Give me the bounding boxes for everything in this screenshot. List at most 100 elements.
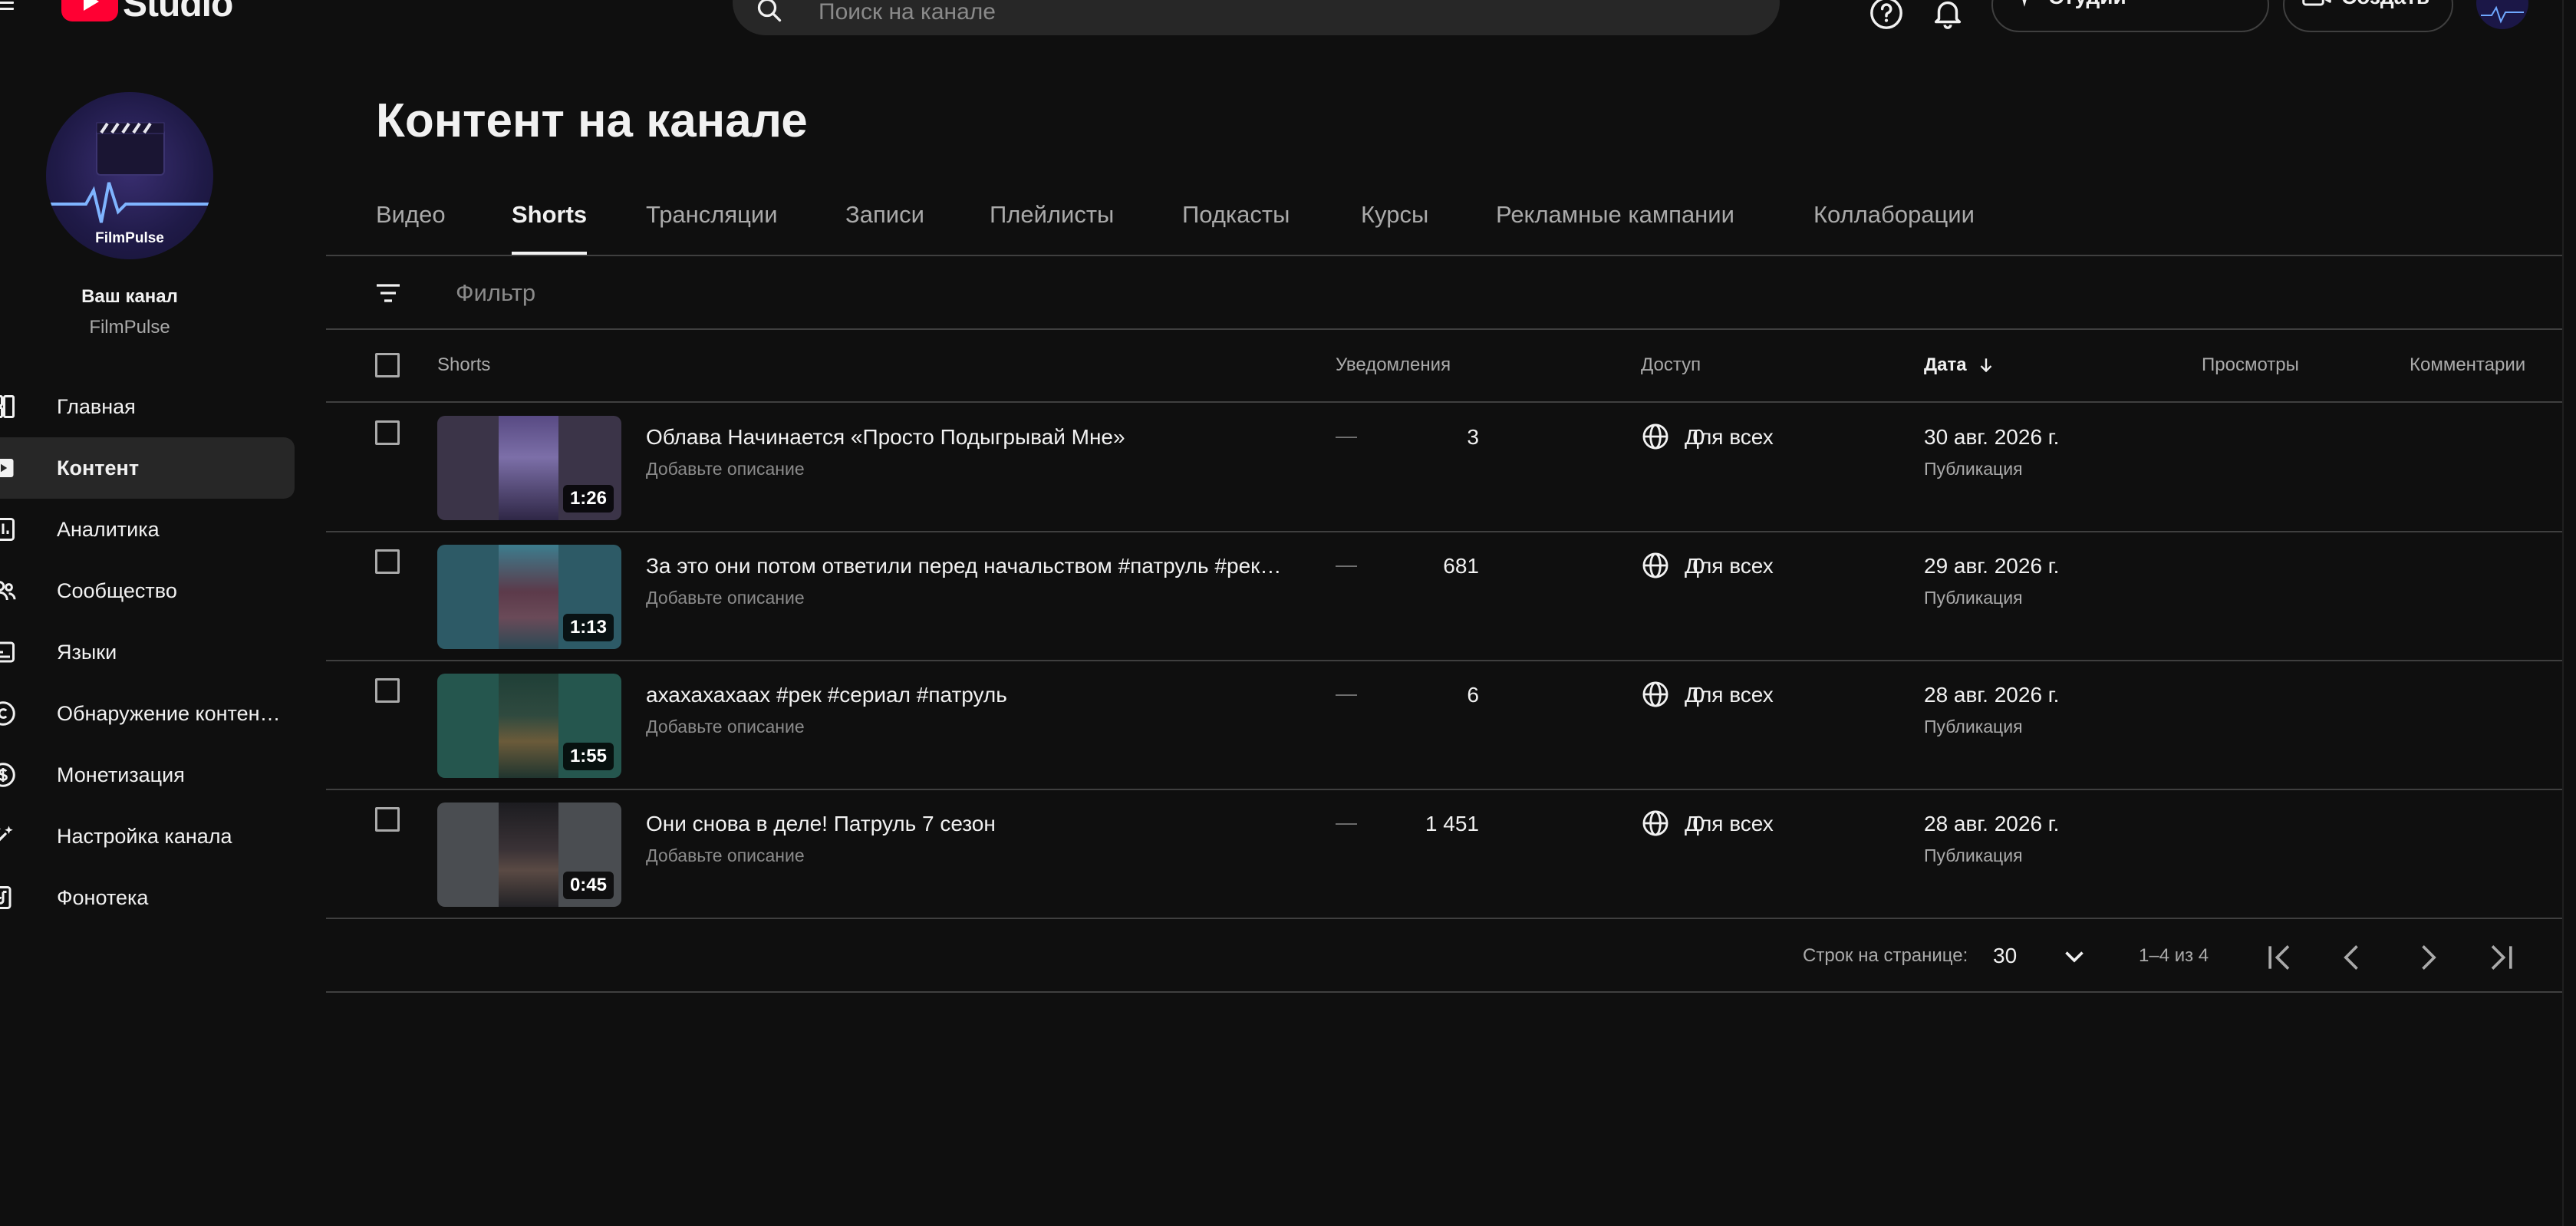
search-icon[interactable] — [756, 0, 783, 24]
sidebar-item-analytics[interactable]: Аналитика — [0, 499, 295, 560]
sidebar-item-community[interactable]: Сообщество — [0, 560, 295, 621]
tab-posts[interactable]: Записи — [845, 201, 924, 255]
subtitles-icon — [0, 641, 15, 663]
channel-name[interactable]: FilmPulse — [0, 317, 259, 338]
table-row[interactable]: 1:55 ахахахахаах #рек #сериал #патруль Д… — [326, 660, 2576, 789]
first-page-icon[interactable] — [2263, 941, 2297, 974]
sidebar-item-dashboard[interactable]: Главная — [0, 376, 295, 437]
video-title[interactable]: За это они потом ответили перед начальст… — [646, 554, 1290, 578]
tab-videos[interactable]: Видео — [376, 201, 446, 255]
tabs-divider — [326, 255, 2576, 256]
rows-per-page-value[interactable]: 30 — [1993, 944, 2017, 968]
studio-wordmark[interactable]: Studio — [123, 0, 233, 25]
comments-value: 0 — [1692, 554, 1705, 578]
tab-playlists[interactable]: Плейлисты — [990, 201, 1114, 255]
table-row[interactable]: 1:13 За это они потом ответили перед нач… — [326, 531, 2576, 660]
sidebar-item-label: Аналитика — [57, 517, 160, 541]
tab-collaborations[interactable]: Коллаборации — [1813, 201, 1975, 255]
column-header-shorts: Shorts — [437, 354, 491, 375]
tab-promotions[interactable]: Рекламные кампании — [1496, 201, 1734, 255]
video-title[interactable]: Облава Начинается «Просто Подыгрывай Мне… — [646, 425, 1290, 450]
create-button[interactable]: Создать — [2283, 0, 2453, 32]
page-title: Контент на канале — [376, 94, 808, 147]
notifications-value: — — [1336, 552, 1357, 576]
sidebar-item-languages[interactable]: Языки — [0, 621, 295, 683]
video-title[interactable]: ахахахахаах #рек #сериал #патруль — [646, 683, 1290, 707]
comments-value: 0 — [1692, 812, 1705, 835]
views-value: 1 451 — [1425, 812, 1479, 835]
ask-studio-button[interactable]: Спросить у Студии — [1991, 0, 2269, 32]
tab-podcasts[interactable]: Подкасты — [1182, 201, 1290, 255]
notifications-value: — — [1336, 423, 1357, 447]
video-description[interactable]: Добавьте описание — [646, 717, 805, 737]
video-description[interactable]: Добавьте описание — [646, 845, 805, 866]
sidebar-item-label: Фонотека — [57, 885, 149, 909]
notifications-bell-icon[interactable] — [1930, 0, 1965, 31]
thumbnail-poster — [499, 803, 558, 907]
filter-icon[interactable] — [373, 278, 404, 308]
comments-value: 0 — [1692, 683, 1705, 707]
video-thumbnail[interactable]: 0:45 — [437, 803, 621, 907]
sidebar-item-monetization[interactable]: Монетизация — [0, 744, 295, 806]
search-input[interactable] — [819, 0, 1739, 28]
video-title[interactable]: Они снова в деле! Патруль 7 сезон — [646, 812, 1290, 836]
row-checkbox[interactable] — [375, 807, 400, 832]
row-checkbox[interactable] — [375, 678, 400, 703]
globe-icon — [1642, 681, 1668, 707]
menu-icon[interactable] — [0, 0, 20, 23]
chevron-down-icon[interactable] — [2060, 942, 2088, 970]
table-row[interactable]: 0:45 Они снова в деле! Патруль 7 сезон Д… — [326, 789, 2576, 918]
globe-icon — [1642, 552, 1668, 578]
tab-shorts[interactable]: Shorts — [512, 201, 588, 255]
video-description[interactable]: Добавьте описание — [646, 459, 805, 480]
account-avatar[interactable] — [2476, 0, 2528, 29]
video-description[interactable]: Добавьте описание — [646, 588, 805, 608]
channel-avatar[interactable]: FilmPulse — [46, 92, 213, 259]
views-value: 3 — [1467, 425, 1479, 449]
table-row[interactable]: 1:26 Облава Начинается «Просто Подыгрыва… — [326, 402, 2576, 531]
channel-search[interactable] — [733, 0, 1780, 35]
sidebar-item-label: Монетизация — [57, 763, 185, 786]
filter-input[interactable] — [456, 276, 916, 310]
tab-live[interactable]: Трансляции — [646, 201, 778, 255]
views-value: 681 — [1443, 554, 1479, 578]
notifications-value: — — [1336, 810, 1357, 834]
duration-badge: 1:13 — [562, 614, 614, 641]
video-thumbnail[interactable]: 1:13 — [437, 545, 621, 649]
duration-badge: 0:45 — [562, 872, 614, 899]
dashboard-icon — [0, 395, 15, 418]
column-header-access: Доступ — [1641, 354, 1701, 375]
publish-date: 29 авг. 2026 г. — [1924, 554, 2060, 578]
sidebar-item-content-detection[interactable]: Обнаружение контен… — [0, 683, 295, 744]
select-all-checkbox[interactable] — [375, 353, 400, 377]
row-checkbox[interactable] — [375, 549, 400, 574]
sidebar-item-customization[interactable]: Настройка канала — [0, 806, 295, 867]
previous-page-icon[interactable] — [2336, 941, 2370, 974]
sidebar-item-audio-library[interactable]: Фонотека — [0, 867, 295, 928]
column-header-notifications: Уведомления — [1336, 354, 1451, 375]
analytics-icon — [0, 518, 15, 541]
video-thumbnail[interactable]: 1:26 — [437, 416, 621, 520]
sidebar-nav: Главная Контент Аналитика Сообщество Язы… — [0, 376, 295, 928]
thumbnail-poster — [499, 416, 558, 520]
publish-date: 28 авг. 2026 г. — [1924, 812, 2060, 835]
next-page-icon[interactable] — [2410, 941, 2444, 974]
ask-studio-label: Спросить у Студии — [2048, 0, 2246, 9]
last-page-icon[interactable] — [2484, 941, 2518, 974]
tab-courses[interactable]: Курсы — [1361, 201, 1428, 255]
sidebar-item-content[interactable]: Контент — [0, 437, 295, 499]
top-bar: Studio Спросить у Студии Создать — [0, 0, 2576, 38]
publish-date: 28 авг. 2026 г. — [1924, 683, 2060, 707]
duration-badge: 1:55 — [562, 743, 614, 770]
row-checkbox[interactable] — [375, 420, 400, 445]
table-bottom-divider — [326, 918, 2576, 919]
window-edge — [2562, 0, 2576, 1226]
notifications-value: — — [1336, 681, 1357, 705]
thumbnail-poster — [499, 545, 558, 649]
video-thumbnail[interactable]: 1:55 — [437, 674, 621, 778]
sparkle-icon — [2022, 0, 2027, 7]
youtube-logo-icon[interactable] — [61, 0, 118, 21]
help-icon[interactable] — [1869, 0, 1904, 31]
column-header-date[interactable]: Дата — [1924, 354, 1996, 376]
customization-icon — [0, 826, 13, 842]
